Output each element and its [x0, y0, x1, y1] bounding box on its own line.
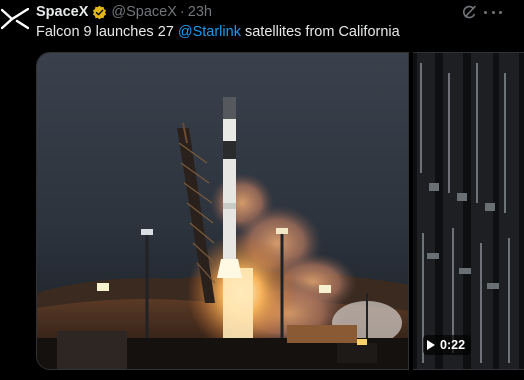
separator-dot: ·: [179, 4, 185, 20]
verified-badge-icon[interactable]: [92, 5, 107, 20]
tweet[interactable]: SpaceX @SpaceX · 23h Falcon 9 launches 2…: [0, 0, 524, 380]
post-timestamp[interactable]: 23h: [188, 4, 212, 20]
grok-icon[interactable]: [461, 4, 477, 20]
post-text: Falcon 9 launches 27 @Starlink satellite…: [36, 23, 400, 41]
rocket-closeup-video[interactable]: 0:22: [413, 52, 524, 370]
spacex-x-logo-icon: [1, 8, 29, 30]
play-icon[interactable]: [427, 340, 435, 350]
falcon-9-launch-photo[interactable]: [36, 52, 409, 370]
video-duration-badge: 0:22: [423, 335, 472, 355]
video-duration: 0:22: [440, 338, 466, 352]
author-handle[interactable]: @SpaceX: [111, 4, 177, 20]
tweet-header: SpaceX @SpaceX · 23h: [36, 3, 212, 21]
post-text-start: Falcon 9 launches 27: [36, 24, 178, 40]
post-text-end: satellites from California: [240, 24, 400, 40]
author-name[interactable]: SpaceX: [36, 4, 88, 20]
avatar[interactable]: [0, 4, 30, 34]
media-gallery: 0:22: [36, 52, 524, 370]
more-options-icon[interactable]: [484, 5, 502, 19]
starlink-mention-link[interactable]: @Starlink: [178, 24, 241, 40]
